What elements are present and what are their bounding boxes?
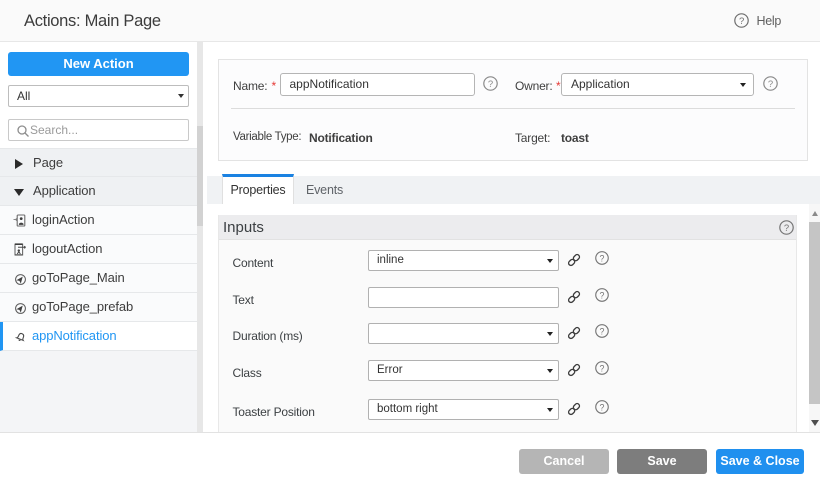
svg-text:?: ? xyxy=(488,79,493,90)
svg-text:?: ? xyxy=(600,326,605,336)
svg-text:?: ? xyxy=(739,16,744,27)
svg-text:?: ? xyxy=(600,253,605,263)
svg-text:?: ? xyxy=(600,402,605,412)
svg-text:?: ? xyxy=(784,223,789,234)
svg-text:?: ? xyxy=(600,290,605,300)
svg-text:?: ? xyxy=(600,363,605,373)
svg-text:?: ? xyxy=(768,79,773,90)
